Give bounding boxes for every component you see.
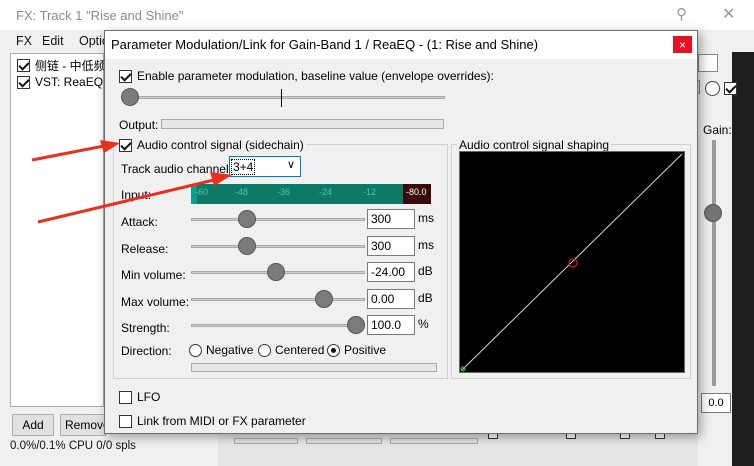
annotation-arrow-head — [100, 140, 120, 153]
annotation-arrow-line — [31, 144, 105, 162]
annotation-arrow-line — [37, 178, 215, 224]
annotation-arrow-head — [210, 172, 232, 186]
annotation-arrows — [31, 140, 232, 224]
